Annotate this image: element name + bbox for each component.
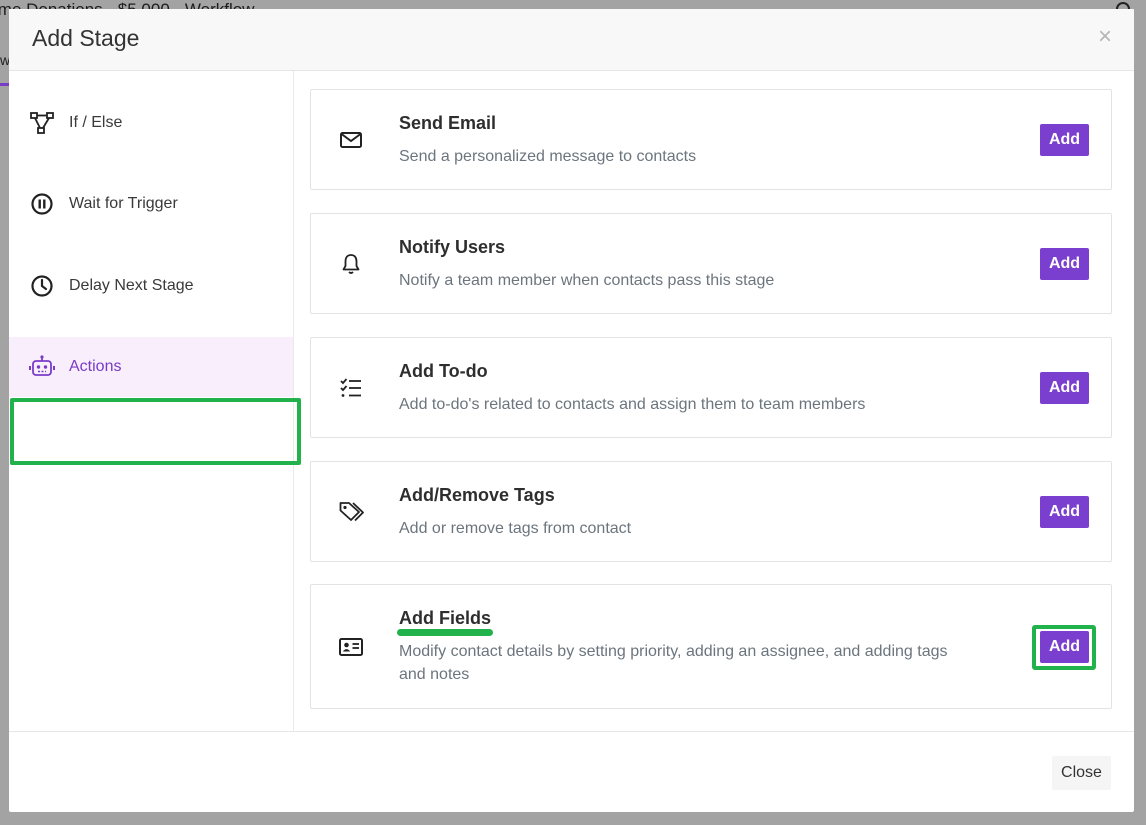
branch-icon	[30, 112, 54, 134]
add-remove-tags-button[interactable]: Add	[1040, 495, 1089, 528]
action-title: Add/Remove Tags	[399, 485, 555, 505]
sidebar-item-label: If / Else	[69, 114, 123, 131]
action-title: Send Email	[399, 113, 497, 133]
action-description: Send a personalized message to contacts	[399, 148, 697, 165]
add-fields-button[interactable]: Add	[1040, 630, 1089, 663]
add-notify-users-button[interactable]: Add	[1040, 247, 1089, 280]
add-to-do-button[interactable]: Add	[1040, 371, 1089, 404]
sidebar-item-delay-next-stage[interactable]: Delay Next Stage	[9, 256, 293, 316]
sidebar-item-actions[interactable]: Actions	[9, 337, 293, 397]
action-card-add-remove-tags: Add/Remove Tags Add or remove tags from …	[310, 461, 1112, 562]
sidebar-item-label: Actions	[69, 358, 122, 375]
envelope-icon	[340, 131, 362, 148]
action-description: Notify a team member when contacts pass …	[399, 272, 775, 289]
close-icon[interactable]: ×	[1098, 23, 1112, 51]
bell-icon	[342, 253, 360, 274]
modal-header: Add Stage ×	[9, 9, 1134, 71]
sidebar-item-label: Delay Next Stage	[69, 277, 194, 294]
actions-list: Send Email Send a personalized message t…	[294, 71, 1134, 731]
tags-icon	[339, 501, 364, 521]
add-fields-title-underline	[397, 629, 493, 636]
add-stage-modal: Add Stage × If / Else Wait for Trigger D…	[9, 9, 1134, 812]
sidebar-item-wait-for-trigger[interactable]: Wait for Trigger	[9, 174, 293, 234]
action-description: Add or remove tags from contact	[399, 520, 632, 537]
action-description: Add to-do's related to contacts and assi…	[399, 396, 866, 413]
close-button[interactable]: Close	[1052, 756, 1111, 790]
action-title: Notify Users	[399, 237, 506, 257]
modal-title: Add Stage	[32, 25, 140, 51]
action-card-send-email: Send Email Send a personalized message t…	[310, 89, 1112, 190]
action-title: Add To-do	[399, 361, 488, 381]
action-card-add-fields: Add Fields Modify contact details by set…	[310, 584, 1112, 709]
action-title: Add Fields	[399, 608, 492, 628]
actions-highlight-box	[10, 398, 301, 465]
stage-type-sidebar: If / Else Wait for Trigger Delay Next St…	[9, 71, 301, 731]
action-description: Modify contact details by setting priori…	[399, 643, 948, 683]
clock-icon	[31, 275, 53, 297]
sidebar-item-if-else[interactable]: If / Else	[9, 93, 293, 153]
pause-circle-icon	[31, 193, 53, 215]
action-card-notify-users: Notify Users Notify a team member when c…	[310, 213, 1112, 314]
modal-footer: Close	[9, 731, 1134, 813]
id-card-icon	[339, 637, 363, 656]
checklist-icon	[340, 377, 361, 397]
add-send-email-button[interactable]: Add	[1040, 123, 1089, 156]
robot-icon	[29, 355, 55, 376]
sidebar-item-label: Wait for Trigger	[69, 195, 178, 212]
action-card-add-to-do: Add To-do Add to-do's related to contact…	[310, 337, 1112, 438]
